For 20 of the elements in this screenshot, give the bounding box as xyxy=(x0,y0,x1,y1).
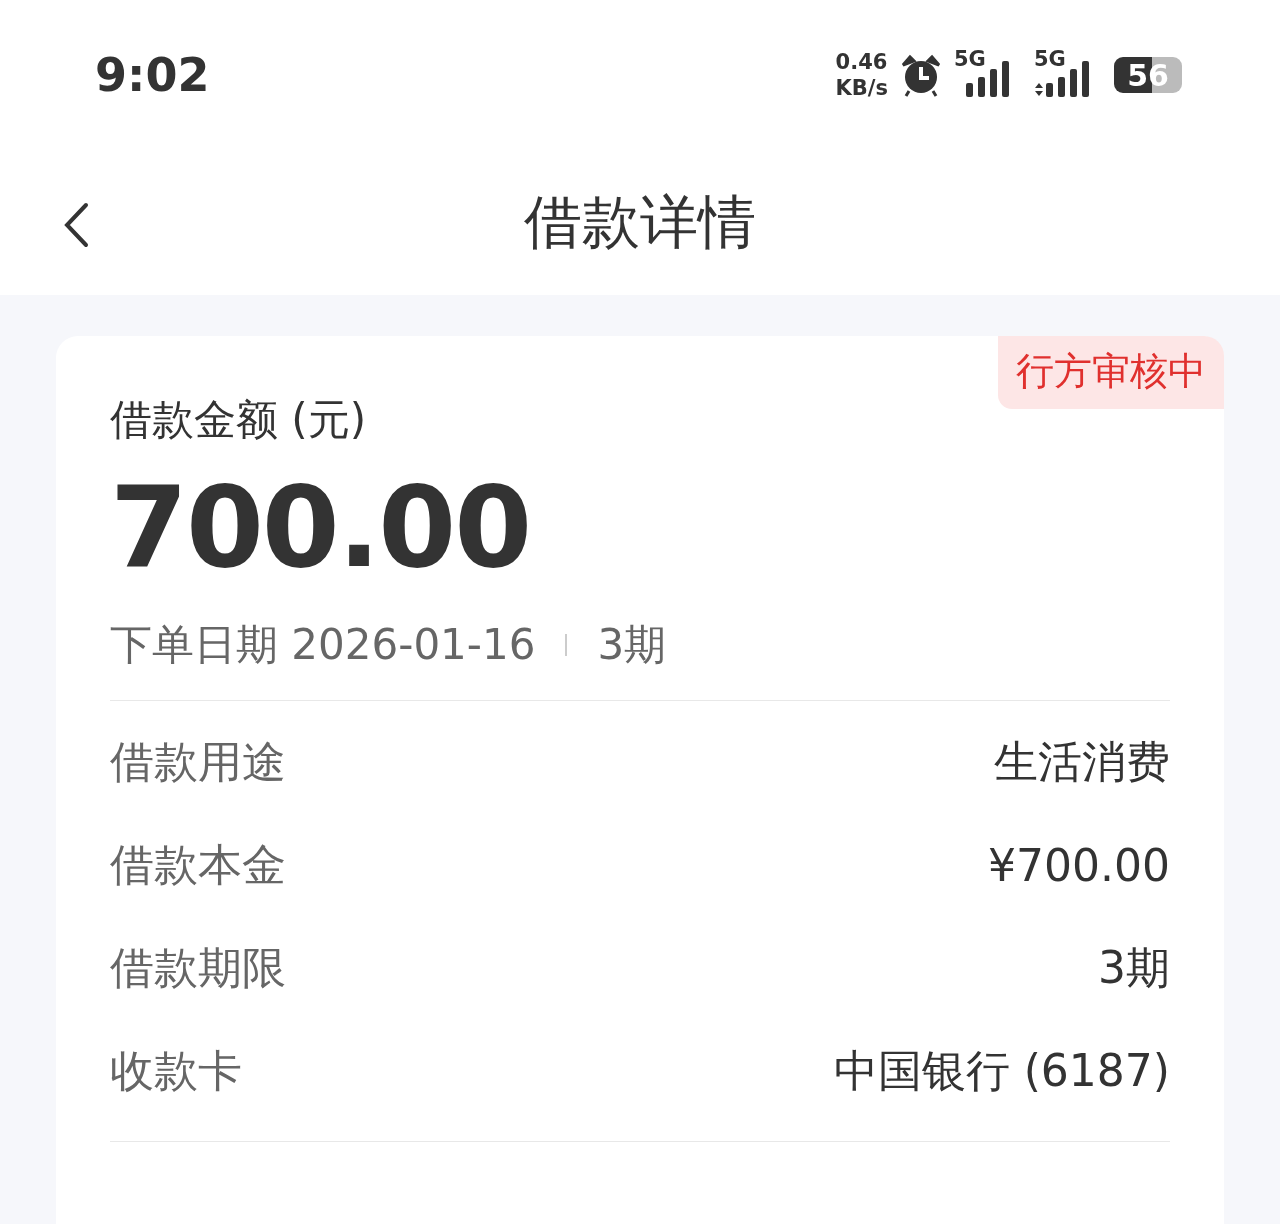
clock-time: 9:02 xyxy=(95,48,210,102)
network-type: 5G xyxy=(954,47,986,71)
status-badge: 行方审核中 xyxy=(998,336,1224,409)
field-label: 借款期限 xyxy=(110,941,286,995)
field-value: 3期 xyxy=(1098,941,1170,995)
page-title: 借款详情 xyxy=(524,186,756,258)
field-label: 收款卡 xyxy=(110,1044,242,1098)
field-value: 中国银行 (6187) xyxy=(833,1044,1170,1098)
network-type: 5G xyxy=(1034,47,1066,71)
network-speed: KB/s xyxy=(835,75,888,101)
term-text: 3期 xyxy=(597,619,667,671)
alarm-icon xyxy=(900,53,942,97)
field-value: ¥700.00 xyxy=(988,840,1170,891)
field-label: 借款本金 xyxy=(110,838,286,892)
network-speed: 0.46 xyxy=(835,49,888,75)
amount-value: 700.00 xyxy=(110,461,532,594)
field-value: 生活消费 xyxy=(994,735,1170,789)
amount-label: 借款金额 (元) xyxy=(110,394,368,446)
field-label: 借款用途 xyxy=(110,735,286,789)
order-date: 下单日期 2026-01-16 xyxy=(110,619,536,671)
